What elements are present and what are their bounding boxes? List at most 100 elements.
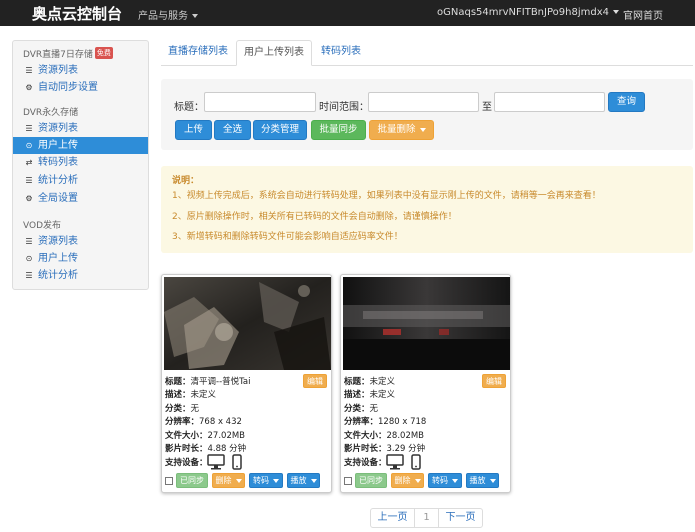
transcode-label: 转码: [432, 476, 448, 485]
sidebar-item-label: 转码列表: [38, 157, 78, 168]
products-menu[interactable]: 产品与服务: [138, 7, 198, 22]
video-duration-row: 影片时长：4.88 分钟: [165, 442, 246, 454]
brand-logo[interactable]: 奥点云控制台: [32, 3, 122, 24]
synced-button[interactable]: 已同步: [176, 473, 208, 488]
chevron-down-icon: [414, 478, 421, 483]
sidebar-item-label: 用户上传: [38, 140, 78, 151]
chevron-down-icon: [419, 127, 426, 132]
device-icons: [207, 454, 247, 473]
mobile-icon: [411, 454, 421, 470]
play-label: 播放: [469, 476, 486, 485]
desktop-icon: [386, 454, 404, 470]
video-duration-row: 影片时长：3.29 分钟: [344, 442, 425, 454]
search-button[interactable]: 查询: [608, 92, 645, 112]
notice-box: 说明： 1、视频上传完成后，系统会自动进行转码处理，如果列表中没有显示刚上传的文…: [161, 166, 693, 253]
transcode-label: 转码: [253, 476, 269, 485]
video-category: 无: [369, 404, 379, 414]
sidebar-item-vod-stats[interactable]: ☰ 统计分析: [13, 267, 148, 284]
sidebar-item-global-settings[interactable]: ⚙ 全局设置: [13, 190, 148, 207]
sidebar-item-stats[interactable]: ☰ 统计分析: [13, 172, 148, 189]
sidebar: DVR直播7日存储 免费 ☰ 资源列表 ⚙ 自动同步设置 DVR永久存储 ☰ 资源列表 …: [12, 40, 149, 290]
to-label: 至: [482, 102, 492, 113]
duration-label: 影片时长：: [165, 444, 208, 454]
video-devices-row: 支持设备：: [165, 456, 208, 468]
chevron-down-icon: [192, 14, 198, 18]
chevron-down-icon: [489, 478, 496, 483]
video-thumbnail[interactable]: [343, 277, 510, 370]
video-category: 无: [190, 404, 200, 414]
end-date-input[interactable]: [494, 92, 605, 112]
notice-line: 1、视频上传完成后，系统会自动进行转码处理，如果列表中没有显示刚上传的文件，请稍…: [172, 191, 601, 201]
stats-icon: ☰: [25, 271, 33, 280]
resolution-label: 分辨率：: [165, 417, 200, 427]
sidebar-group-dvr-permanent: DVR永久存储: [23, 108, 79, 118]
sidebar-item-label: 自动同步设置: [38, 82, 98, 93]
select-checkbox[interactable]: [165, 477, 173, 485]
delete-label: 删除: [215, 476, 232, 485]
batch-delete-button[interactable]: 批量删除: [369, 120, 434, 140]
sidebar-group-label: DVR直播7日存储: [23, 50, 93, 60]
stats-icon: ☰: [25, 176, 33, 185]
home-link[interactable]: 官网首页: [623, 7, 663, 22]
select-checkbox[interactable]: [344, 477, 352, 485]
list-icon: ☰: [25, 66, 33, 75]
video-duration: 3.29 分钟: [386, 444, 426, 454]
edit-button[interactable]: 编辑: [482, 374, 506, 388]
play-label: 播放: [290, 476, 307, 485]
next-page-link[interactable]: 下一页: [438, 508, 483, 528]
title-label: 标题：: [344, 377, 370, 387]
sidebar-group-dvr7: DVR直播7日存储 免费: [23, 47, 113, 60]
sidebar-item-vod-resources[interactable]: ☰ 资源列表: [13, 233, 148, 250]
title-label: 标题：: [165, 377, 191, 387]
video-category-row: 分类：无: [165, 402, 199, 414]
duration-label: 影片时长：: [344, 444, 387, 454]
sidebar-item-dvr7-resources[interactable]: ☰ 资源列表: [13, 62, 148, 79]
batch-sync-button[interactable]: 批量同步: [311, 120, 366, 140]
video-desc-row: 描述：未定义: [165, 388, 216, 400]
sidebar-item-auto-sync[interactable]: ⚙ 自动同步设置: [13, 79, 148, 96]
video-duration: 4.88 分钟: [207, 444, 247, 454]
delete-button[interactable]: 删除: [212, 473, 245, 488]
user-menu[interactable]: oGNaqs54mrvNFITBnJPo9h8jmdx4: [437, 7, 619, 18]
transcode-button[interactable]: 转码: [249, 473, 283, 488]
start-date-input[interactable]: [368, 92, 479, 112]
transcode-button[interactable]: 转码: [428, 473, 462, 488]
current-page[interactable]: 1: [414, 508, 439, 528]
upload-button[interactable]: 上传: [175, 120, 212, 140]
title-input[interactable]: [204, 92, 316, 112]
upload-icon: ⊙: [25, 254, 33, 263]
sidebar-item-dvr-resources[interactable]: ☰ 资源列表: [13, 120, 148, 137]
select-all-button[interactable]: 全选: [214, 120, 251, 140]
video-title-row: 标题：未定义: [344, 375, 395, 387]
prev-page-link[interactable]: 上一页: [370, 508, 415, 528]
gear-icon: ⚙: [25, 194, 33, 203]
sidebar-item-user-upload[interactable]: ⊙ 用户上传: [13, 137, 148, 154]
sidebar-item-vod-upload[interactable]: ⊙ 用户上传: [13, 250, 148, 267]
device-icons: [386, 454, 426, 473]
sidebar-item-transcode-list[interactable]: ⇄ 转码列表: [13, 154, 148, 171]
chevron-down-icon: [452, 478, 458, 483]
mobile-icon: [232, 454, 242, 470]
video-devices-row: 支持设备：: [344, 456, 387, 468]
category-manage-button[interactable]: 分类管理: [253, 120, 307, 140]
delete-button[interactable]: 删除: [391, 473, 424, 488]
tab-user-upload[interactable]: 用户上传列表: [236, 40, 312, 66]
video-thumbnail[interactable]: [164, 277, 331, 370]
tab-live-storage[interactable]: 直播存储列表: [161, 40, 235, 66]
video-card: 标题：清平调--普悦Tai 编辑 描述：未定义 分类：无 分辨率：768 x 4…: [161, 274, 332, 493]
sidebar-item-label: 资源列表: [38, 236, 78, 247]
upload-icon: ⊙: [25, 141, 33, 150]
chevron-down-icon: [235, 478, 242, 483]
notice-line: 2、原片删除操作时，相关所有已转码的文件会自动删除，请谨慎操作！: [172, 212, 457, 222]
sidebar-item-label: 统计分析: [38, 270, 78, 281]
title-label: 标题：: [174, 102, 204, 113]
sidebar-group-vod: VOD发布: [23, 221, 62, 231]
chevron-down-icon: [310, 478, 317, 483]
play-button[interactable]: 播放: [287, 473, 320, 488]
tab-transcode[interactable]: 转码列表: [313, 40, 369, 66]
chevron-down-icon: [612, 10, 619, 14]
edit-button[interactable]: 编辑: [303, 374, 327, 388]
notice-line: 3、新增转码和删除转码文件可能会影响自适应码率文件！: [172, 232, 403, 242]
synced-button[interactable]: 已同步: [355, 473, 387, 488]
play-button[interactable]: 播放: [466, 473, 499, 488]
